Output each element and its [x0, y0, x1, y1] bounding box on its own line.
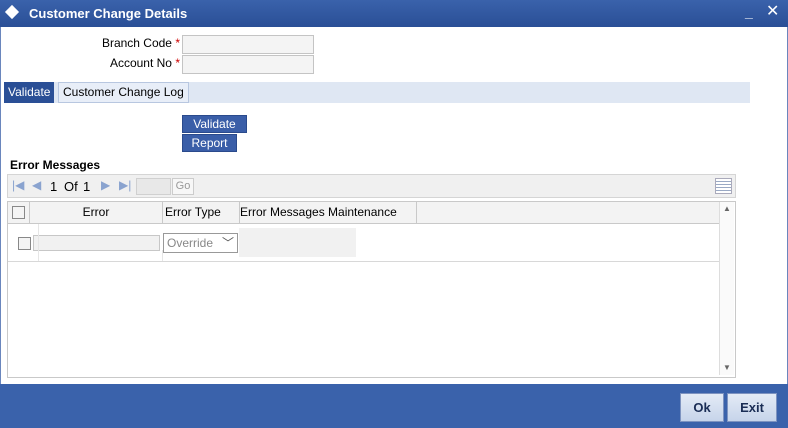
last-page-icon[interactable]: ▶| [119, 178, 131, 192]
error-cell-input[interactable] [33, 235, 160, 251]
table-row: Override ﹀ [8, 224, 719, 262]
pager-of-label: Of [64, 179, 78, 194]
select-all-header [8, 202, 30, 224]
tab-customer-change-log[interactable]: Customer Change Log [58, 82, 189, 103]
footer-bar [0, 384, 788, 428]
minimize-button[interactable]: _ [745, 4, 753, 20]
list-view-icon[interactable] [715, 178, 732, 194]
grid-scrollbar[interactable]: ▲ ▼ [719, 202, 734, 375]
column-header-error: Error [30, 202, 163, 224]
maintenance-cell [239, 228, 356, 257]
column-header-error-type: Error Type [163, 202, 240, 224]
exit-button[interactable]: Exit [727, 393, 777, 422]
ok-button[interactable]: Ok [680, 393, 724, 422]
pager-total: 1 [83, 179, 91, 194]
close-button[interactable]: ✕ [766, 1, 779, 21]
column-header-maintenance: Error Messages Maintenance [240, 202, 417, 224]
first-page-icon[interactable]: |◀ [12, 178, 24, 192]
account-no-label: Account No [109, 56, 172, 70]
select-all-checkbox[interactable] [12, 206, 25, 219]
account-no-label-group: Account No * [60, 56, 180, 70]
error-type-select[interactable]: Override ﹀ [163, 233, 238, 253]
column-divider [38, 224, 39, 261]
branch-code-label-group: Branch Code * [60, 36, 180, 50]
previous-page-icon[interactable]: ◀ [32, 178, 41, 192]
tab-validate[interactable]: Validate [4, 82, 55, 103]
row-checkbox[interactable] [18, 237, 31, 250]
chevron-down-icon: ﹀ [221, 236, 234, 250]
window-title: Customer Change Details [29, 6, 188, 21]
scroll-up-icon[interactable]: ▲ [723, 204, 731, 213]
error-type-value: Override [167, 236, 214, 250]
pager-current: 1 [50, 179, 58, 194]
validate-button[interactable]: Validate [182, 115, 247, 133]
account-no-field[interactable] [182, 55, 314, 74]
go-button[interactable]: Go [172, 178, 194, 195]
page-number-input[interactable] [136, 178, 171, 195]
pager-bar: |◀ ◀ 1 Of 1 ▶ ▶| Go [7, 174, 736, 198]
column-divider [162, 250, 163, 261]
error-grid: Error Error Type Error Messages Maintena… [7, 201, 736, 378]
scroll-down-icon[interactable]: ▼ [723, 363, 731, 372]
header-filler [417, 202, 719, 224]
window-diamond-icon [4, 4, 20, 20]
title-bar: Customer Change Details _ ✕ [0, 0, 788, 27]
required-mark: * [175, 36, 180, 50]
next-page-icon[interactable]: ▶ [101, 178, 110, 192]
report-button[interactable]: Report [182, 134, 237, 152]
branch-code-field[interactable] [182, 35, 314, 54]
branch-code-label: Branch Code [101, 36, 172, 50]
error-messages-title: Error Messages [10, 158, 101, 172]
required-mark: * [175, 56, 180, 70]
